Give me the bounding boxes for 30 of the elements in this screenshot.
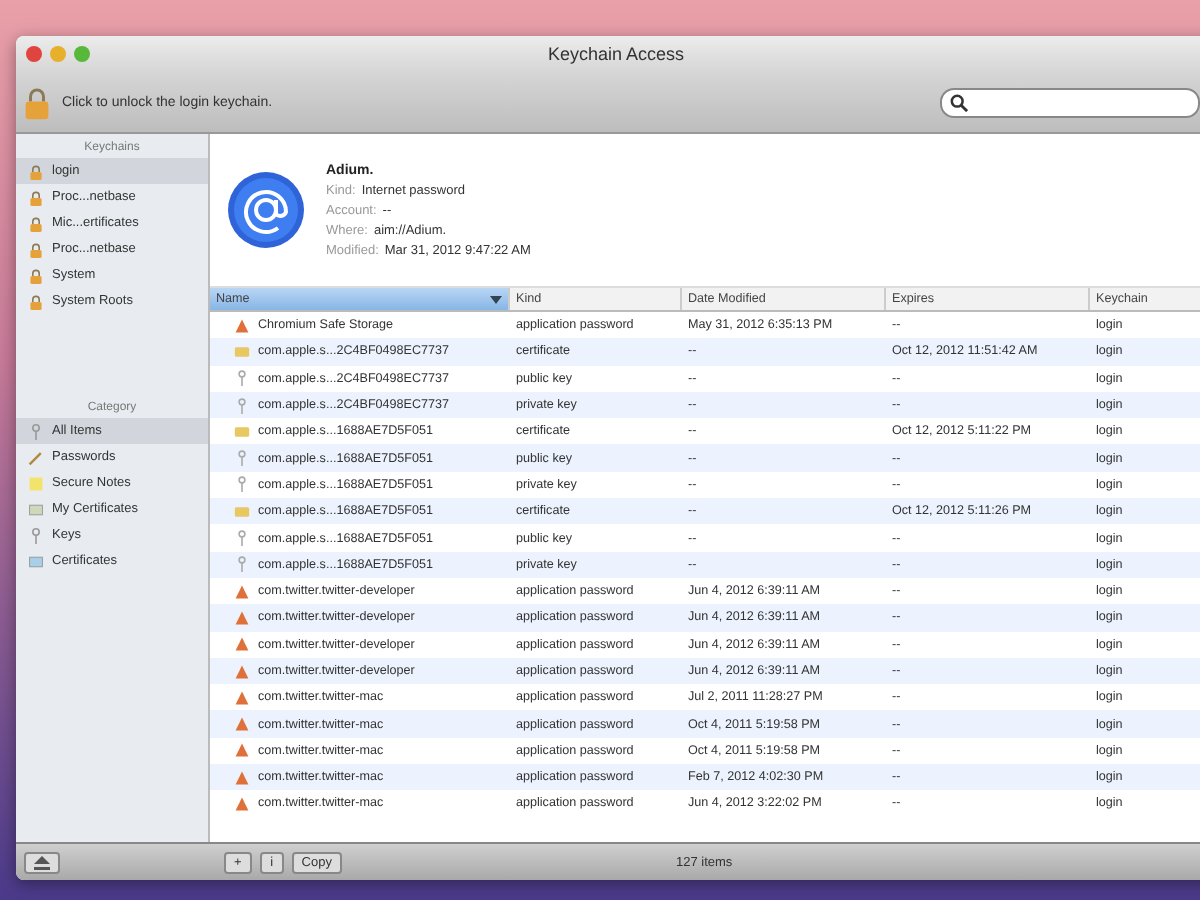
key-icon xyxy=(28,423,44,439)
key-icon xyxy=(234,397,250,414)
lock-icon xyxy=(28,241,44,257)
key-icon xyxy=(234,450,250,467)
certificate-icon xyxy=(234,343,250,360)
at-sign-icon xyxy=(226,170,306,250)
key-icon xyxy=(234,530,250,547)
search-field[interactable] xyxy=(940,87,1200,117)
lock-icon xyxy=(28,267,44,283)
lock-icon xyxy=(28,189,44,205)
key-icon xyxy=(28,527,44,543)
zoom-button[interactable] xyxy=(74,46,90,62)
certificate-icon xyxy=(28,553,44,569)
lock-icon xyxy=(28,293,44,309)
lock-icon xyxy=(28,163,44,179)
eject-icon xyxy=(34,855,50,869)
certificate-icon xyxy=(234,423,250,440)
sort-caret-icon xyxy=(490,295,502,303)
search-icon xyxy=(950,93,968,111)
close-button[interactable] xyxy=(26,46,42,62)
certificate-icon xyxy=(28,501,44,517)
window-title: Keychain Access xyxy=(545,44,687,64)
lock-icon[interactable] xyxy=(24,85,50,119)
key-icon xyxy=(234,476,250,493)
lock-icon xyxy=(28,215,44,231)
key-icon xyxy=(234,370,250,387)
eject-button[interactable] xyxy=(24,851,60,873)
certificate-icon xyxy=(234,503,250,520)
note-icon xyxy=(28,475,44,491)
key-icon xyxy=(234,556,250,573)
